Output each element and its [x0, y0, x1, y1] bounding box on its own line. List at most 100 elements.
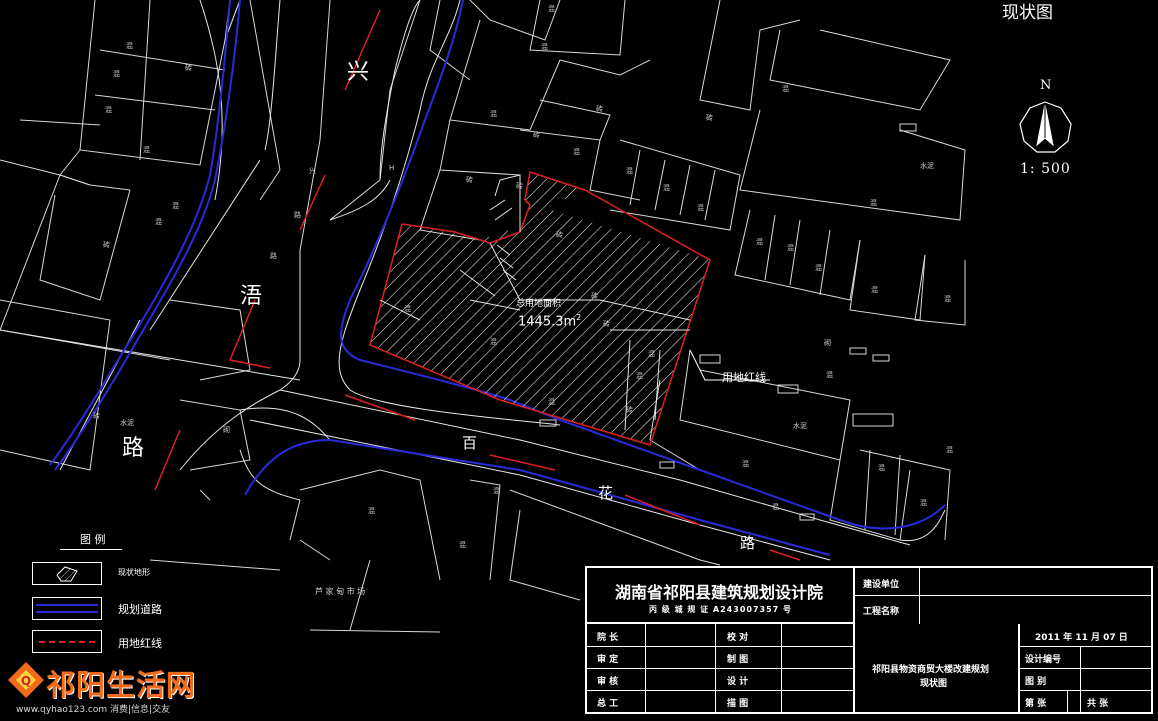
design-number-label: 设计编号	[1025, 655, 1062, 665]
svg-text:混: 混	[490, 109, 497, 118]
north-label: N	[1040, 78, 1052, 93]
svg-text:路: 路	[294, 210, 301, 219]
svg-text:混: 混	[155, 217, 162, 226]
svg-text:混: 混	[548, 397, 555, 406]
svg-text:混: 混	[459, 540, 466, 549]
info-row-line-3	[1020, 690, 1151, 691]
svg-text:混: 混	[815, 263, 822, 272]
sig-row-line-3	[587, 690, 855, 691]
svg-text:混: 混	[490, 337, 497, 346]
svg-text:混: 混	[648, 349, 655, 358]
project-title-line2: 现状图	[920, 679, 948, 689]
svg-text:混: 混	[782, 84, 789, 93]
svg-text:混: 混	[493, 486, 500, 495]
svg-text:砖: 砖	[603, 319, 610, 328]
svg-text:水泥: 水泥	[920, 161, 934, 170]
svg-text:混: 混	[626, 166, 633, 175]
sig-col-line-2	[715, 624, 716, 712]
svg-text:砖: 砖	[466, 175, 473, 184]
site-area-value: 1445.3m2	[518, 313, 582, 330]
legend-title: 图 例	[80, 533, 106, 546]
svg-text:砖: 砖	[556, 230, 563, 239]
sig-label-dean: 院 长	[597, 633, 619, 643]
svg-text:混: 混	[143, 145, 150, 154]
legend-title-underline	[60, 549, 122, 550]
svg-text:砖: 砖	[93, 411, 100, 420]
sig-col-line-3	[781, 624, 782, 712]
svg-text:砌: 砌	[824, 339, 831, 347]
svg-text:混: 混	[944, 294, 951, 303]
svg-text:水泥: 水泥	[120, 418, 134, 427]
svg-text:混: 混	[404, 304, 411, 313]
svg-text:砖: 砖	[626, 405, 633, 414]
info-col-line-2	[1067, 690, 1068, 712]
build-unit-row	[855, 568, 1151, 596]
legend-label-road: 规划道路	[118, 603, 162, 616]
svg-text:混: 混	[826, 370, 833, 379]
svg-text:砖: 砖	[103, 240, 110, 249]
svg-text:砖: 砖	[591, 291, 598, 300]
road-label-lu-bottom: 路	[740, 534, 756, 552]
sig-col-line-1	[645, 624, 646, 712]
sig-label-trace: 描 图	[727, 699, 749, 709]
drawing-category-label: 图 别	[1025, 677, 1047, 687]
svg-text:砖: 砖	[516, 181, 523, 190]
sig-label-approve: 审 定	[597, 655, 619, 665]
svg-text:混: 混	[878, 463, 885, 472]
svg-text:砖: 砖	[706, 113, 713, 122]
project-title-line1: 祁阳县物资商贸大楼改建规划	[872, 665, 990, 675]
info-col-line-1	[1080, 646, 1081, 712]
project-name-label: 工程名称	[863, 607, 900, 617]
svg-text:混: 混	[172, 201, 179, 210]
road-label-xing: 兴	[347, 60, 370, 85]
view-title: 现状图	[1002, 3, 1053, 23]
legend-swatch-terrain	[32, 562, 102, 585]
redline-callout-label: 用地红线	[722, 371, 766, 384]
legend-swatch-redline	[32, 630, 102, 653]
svg-text:H: H	[389, 164, 394, 172]
sig-label-review: 审 核	[597, 677, 619, 687]
road-label-wu: 浯	[240, 284, 263, 309]
svg-text:砖: 砖	[596, 104, 603, 113]
legend-swatch-road	[32, 597, 102, 620]
svg-text:混: 混	[787, 243, 794, 252]
svg-text:混: 混	[920, 498, 927, 507]
svg-text:混: 混	[946, 445, 953, 454]
svg-text:混: 混	[126, 41, 133, 50]
north-arrow-icon	[1019, 101, 1072, 153]
legend-label-redline: 用地红线	[118, 637, 162, 650]
svg-text:混: 混	[772, 502, 779, 511]
svg-text:混: 混	[573, 147, 580, 156]
svg-text:路: 路	[270, 251, 277, 260]
svg-text:混: 混	[756, 237, 763, 246]
site-area-title: 总用地面积	[516, 299, 562, 309]
svg-text:兴: 兴	[309, 166, 316, 175]
build-unit-divider	[919, 568, 920, 624]
svg-text:混: 混	[368, 506, 375, 515]
svg-text:砖: 砖	[185, 63, 192, 72]
sig-label-draft: 制 图	[727, 655, 749, 665]
info-row-line-2	[1020, 668, 1151, 669]
scale-label: 1: 500	[1020, 161, 1071, 177]
sheet-number-label: 第 张	[1025, 699, 1047, 709]
svg-text:混: 混	[697, 203, 704, 212]
legend-label-terrain: 现状地形	[118, 568, 150, 577]
title-block: 湖南省祁阳县建筑规划设计院 丙 级 城 规 证 A243007357 号 建设单…	[585, 566, 1153, 714]
svg-text:混: 混	[541, 42, 548, 51]
sig-label-design: 设 计	[727, 677, 749, 687]
watermark-url: www.qyhao123.com 消费|信息|交友	[16, 705, 171, 715]
sig-row-line-1	[587, 646, 855, 647]
watermark-logo-icon: Q	[8, 662, 44, 698]
svg-text:混: 混	[548, 4, 555, 13]
road-label-bai: 百	[462, 434, 478, 452]
sig-label-chief-engineer: 总 工	[597, 699, 619, 709]
svg-text:混: 混	[105, 105, 112, 114]
sig-label-proofread: 校 对	[727, 633, 749, 643]
site-parcel	[369, 171, 770, 446]
sheet-total-label: 共 张	[1087, 699, 1109, 709]
svg-text:砌: 砌	[223, 426, 230, 434]
road-label-hua: 花	[598, 484, 614, 502]
svg-text:混: 混	[636, 371, 643, 380]
svg-text:混: 混	[742, 459, 749, 468]
drawing-date: 2011 年 11 月 07 日	[1035, 633, 1128, 643]
